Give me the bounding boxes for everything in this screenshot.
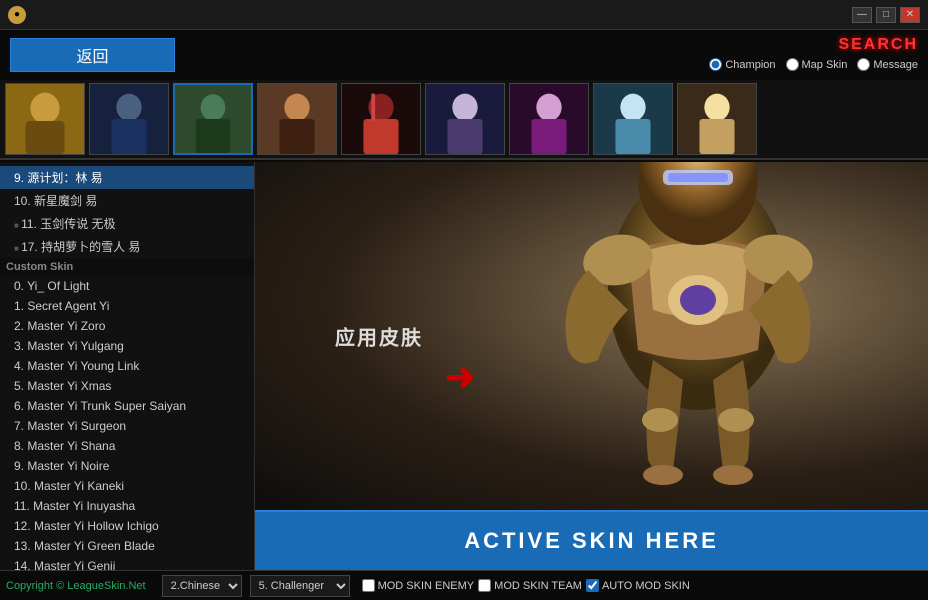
skin-item-custom-3[interactable]: 3. Master Yi Yulgang [0, 336, 254, 356]
copyright-text: Copyright © LeagueSkin.Net [6, 580, 146, 592]
champions-row [0, 80, 928, 160]
mod-enemy-checkbox[interactable] [362, 579, 375, 592]
champion-icon-5[interactable] [341, 83, 421, 155]
skin-item-custom-0[interactable]: 0. Yi_ Of Light [0, 276, 254, 296]
active-skin-button[interactable]: ACTIVE SKIN HERE [255, 510, 928, 570]
language-select[interactable]: 1.English 2.Chinese 3.Korean 4.Thai [162, 575, 242, 597]
skin-item-custom-9[interactable]: 9. Master Yi Noire [0, 456, 254, 476]
mod-team-checkbox[interactable] [478, 579, 491, 592]
skin-item-custom-8[interactable]: 8. Master Yi Shana [0, 436, 254, 456]
arrow-indicator: ➜ [445, 356, 475, 398]
custom-skin-header: Custom Skin [0, 258, 254, 276]
champion-artwork: 应用皮肤 ➜ [255, 162, 928, 510]
skin-item-custom-2[interactable]: 2. Master Yi Zoro [0, 316, 254, 336]
skin-item-official-10[interactable]: 10. 新星魔剑 易 [0, 189, 254, 212]
skin-item-custom-12[interactable]: 12. Master Yi Hollow Ichigo [0, 516, 254, 536]
app-icon: ● [8, 6, 26, 24]
auto-mod-text: AUTO MOD SKIN [602, 580, 690, 592]
left-panel: 9. 源计划：林 易 10. 新星魔剑 易 11. 玉剑传说 无极 17. 持胡… [0, 162, 255, 570]
radio-message[interactable]: Message [857, 58, 918, 71]
champion-icon-2[interactable] [89, 83, 169, 155]
radio-champion-label: Champion [725, 59, 775, 71]
skin-item-custom-1[interactable]: 1. Secret Agent Yi [0, 296, 254, 316]
checkbox-group: MOD SKIN ENEMY MOD SKIN TEAM AUTO MOD SK… [362, 579, 690, 592]
active-skin-label: ACTIVE SKIN HERE [464, 528, 719, 554]
champion-icon-3[interactable] [173, 83, 253, 155]
skin-item-custom-14[interactable]: 14. Master Yi Genji [0, 556, 254, 570]
champion-icon-7[interactable] [509, 83, 589, 155]
skin-item-official-9[interactable]: 9. 源计划：林 易 [0, 166, 254, 189]
skin-item-custom-6[interactable]: 6. Master Yi Trunk Super Saiyan [0, 396, 254, 416]
mod-enemy-text: MOD SKIN ENEMY [378, 580, 475, 592]
radio-message-label: Message [873, 59, 918, 71]
radio-champion[interactable]: Champion [709, 58, 775, 71]
champion-silhouette [498, 162, 878, 510]
auto-mod-label[interactable]: AUTO MOD SKIN [586, 579, 690, 592]
mod-team-text: MOD SKIN TEAM [494, 580, 582, 592]
minimize-button[interactable]: — [852, 7, 872, 23]
search-label: SEARCH [838, 36, 918, 54]
skin-item-custom-5[interactable]: 5. Master Yi Xmas [0, 376, 254, 396]
title-bar: ● — □ ✕ [0, 0, 928, 30]
skin-item-custom-10[interactable]: 10. Master Yi Kaneki [0, 476, 254, 496]
close-button[interactable]: ✕ [900, 7, 920, 23]
bottom-bar: Copyright © LeagueSkin.Net 1.English 2.C… [0, 570, 928, 600]
mod-enemy-label[interactable]: MOD SKIN ENEMY [362, 579, 475, 592]
search-radios[interactable]: Champion Map Skin Message [709, 58, 918, 71]
apply-skin-text: 应用皮肤 [335, 322, 423, 351]
search-area: SEARCH Champion Map Skin Message [709, 36, 918, 71]
mod-team-label[interactable]: MOD SKIN TEAM [478, 579, 582, 592]
back-button[interactable]: 返回 [10, 38, 175, 72]
skin-item-custom-13[interactable]: 13. Master Yi Green Blade [0, 536, 254, 556]
skin-item-custom-11[interactable]: 11. Master Yi Inuyasha [0, 496, 254, 516]
champion-icon-6[interactable] [425, 83, 505, 155]
champion-icon-9[interactable] [677, 83, 757, 155]
champion-icon-4[interactable] [257, 83, 337, 155]
radio-mapskin[interactable]: Map Skin [786, 58, 848, 71]
radio-mapskin-label: Map Skin [802, 59, 848, 71]
skin-item-custom-7[interactable]: 7. Master Yi Surgeon [0, 416, 254, 436]
skin-select[interactable]: 1. Default 2. Classic 3. Headhunter 4. V… [250, 575, 350, 597]
auto-mod-checkbox[interactable] [586, 579, 599, 592]
main-area: 应用皮肤 ➜ ACTIVE SKIN HERE [255, 162, 928, 570]
title-bar-left: ● [8, 6, 26, 24]
champion-icon-8[interactable] [593, 83, 673, 155]
title-bar-controls[interactable]: — □ ✕ [852, 7, 920, 23]
skin-item-official-11[interactable]: 11. 玉剑传说 无极 [0, 212, 254, 235]
champion-icon-1[interactable] [5, 83, 85, 155]
skin-item-official-17[interactable]: 17. 持胡萝卜的雪人 易 [0, 235, 254, 258]
skin-item-custom-4[interactable]: 4. Master Yi Young Link [0, 356, 254, 376]
skin-list[interactable]: 9. 源计划：林 易 10. 新星魔剑 易 11. 玉剑传说 无极 17. 持胡… [0, 162, 254, 570]
maximize-button[interactable]: □ [876, 7, 896, 23]
